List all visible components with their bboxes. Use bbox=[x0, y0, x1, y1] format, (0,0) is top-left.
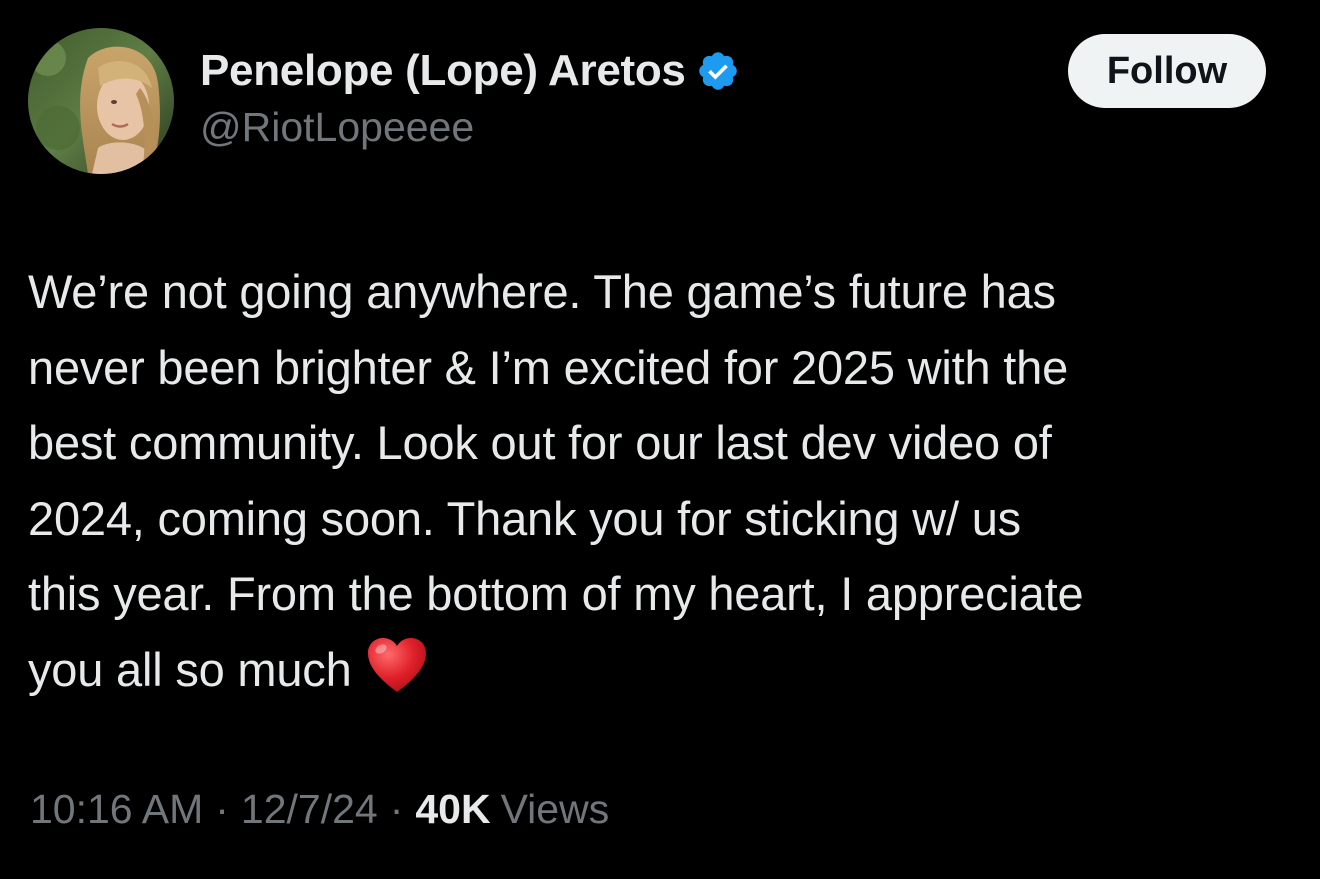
red-heart-icon bbox=[366, 636, 428, 694]
tweet-line: best community. Look out for our last de… bbox=[28, 416, 1052, 469]
meta-separator: · bbox=[389, 786, 404, 832]
author-info: Penelope (Lope) Aretos @RiotLopeeee bbox=[200, 42, 740, 151]
tweet-line: this year. From the bottom of my heart, … bbox=[28, 567, 1084, 620]
follow-button[interactable]: Follow bbox=[1068, 34, 1266, 108]
tweet-text: We’re not going anywhere. The game’s fut… bbox=[28, 254, 1298, 707]
tweet-line: never been brighter & I’m excited for 20… bbox=[28, 340, 1069, 394]
tweet-meta: 10:16 AM · 12/7/24 · 40K Views bbox=[30, 786, 609, 833]
verified-badge-icon[interactable] bbox=[696, 49, 740, 93]
display-name[interactable]: Penelope (Lope) Aretos bbox=[200, 46, 686, 96]
tweet-date[interactable]: 12/7/24 bbox=[241, 786, 378, 833]
avatar[interactable] bbox=[28, 28, 174, 174]
tweet-line-text: you all so much bbox=[28, 642, 352, 696]
tweet-line-last: you all so much bbox=[28, 632, 1298, 708]
tweet-header: Penelope (Lope) Aretos @RiotLopeeee Foll… bbox=[28, 28, 1292, 178]
display-name-row: Penelope (Lope) Aretos bbox=[200, 42, 740, 100]
views-label: Views bbox=[500, 786, 610, 832]
tweet-line: 2024, coming soon. Thank you for stickin… bbox=[28, 491, 1021, 545]
views-count[interactable]: 40K bbox=[415, 786, 490, 833]
tweet-line: We’re not going anywhere. The game’s fut… bbox=[28, 265, 1056, 318]
user-handle[interactable]: @RiotLopeeee bbox=[200, 104, 740, 151]
meta-separator: · bbox=[215, 786, 229, 832]
tweet-time[interactable]: 10:16 AM bbox=[30, 786, 203, 833]
